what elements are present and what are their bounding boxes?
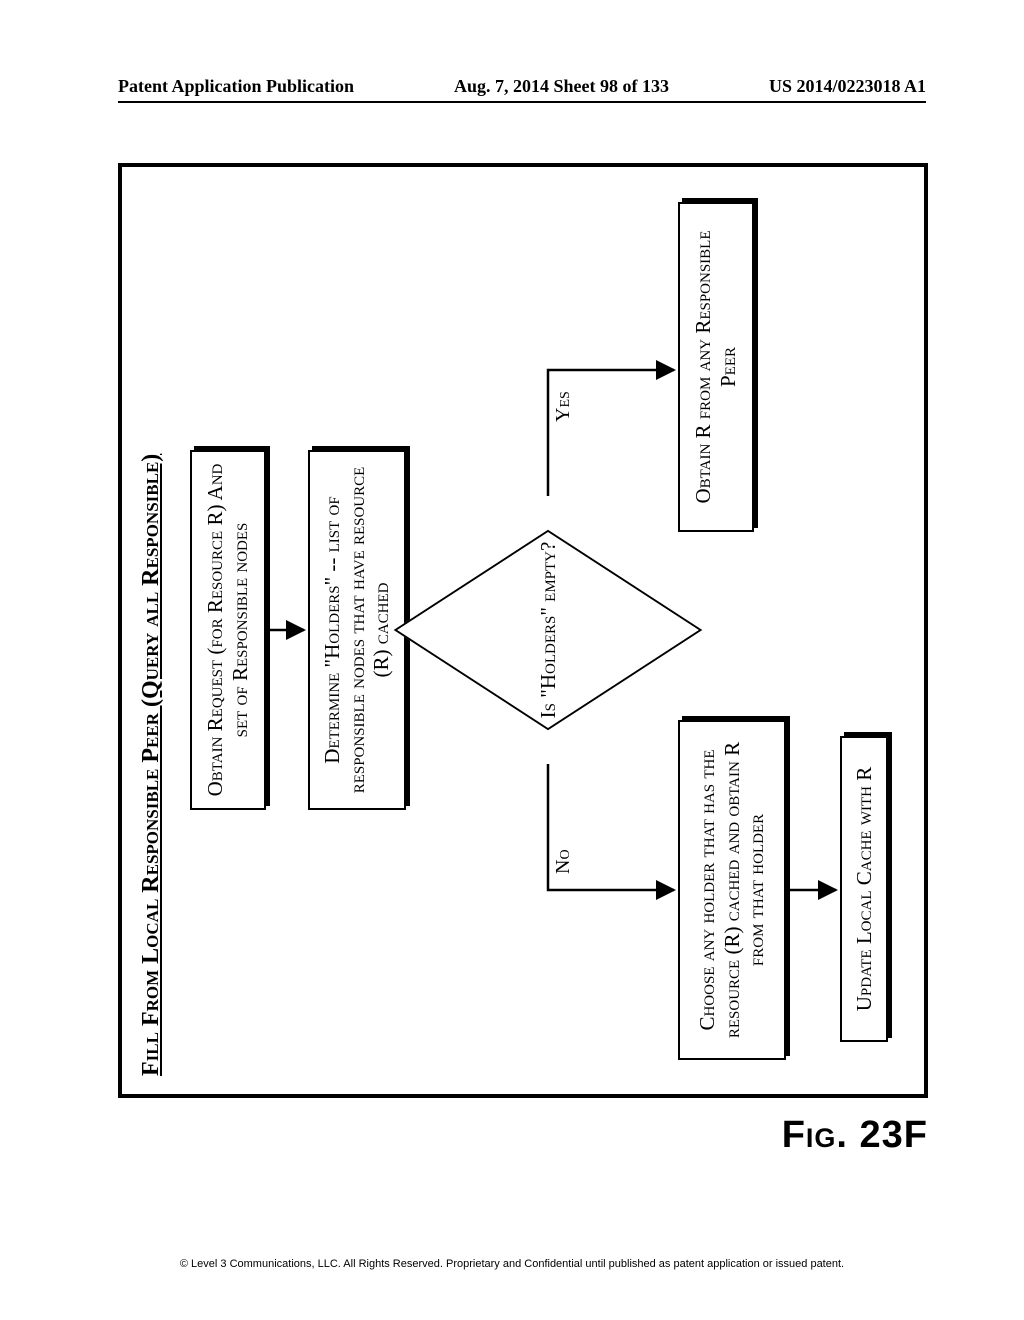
step-obtain-from-peer-text: Obtain R from any Responsible Peer [691,214,741,520]
step-update-cache-text: Update Local Cache with R [852,767,877,1012]
decision-holders-empty: Is "Holders" empty? [458,540,638,720]
step-obtain-request: Obtain Request (for Resource R) And set … [190,450,266,810]
rotated-flowchart: Fill From Local Responsible Peer (Query … [128,170,918,1090]
step-obtain-from-peer: Obtain R from any Responsible Peer [678,202,754,532]
figure-caption: Fig. 23F [782,1114,928,1157]
step-choose-holder: Choose any holder that has the resource … [678,720,786,1060]
step-update-cache: Update Local Cache with R [840,736,888,1042]
step-determine-holders-text: Determine "Holders" -- list of responsib… [320,462,394,798]
header-center: Aug. 7, 2014 Sheet 98 of 133 [454,76,669,97]
header-left: Patent Application Publication [118,76,354,97]
copyright-footer: © Level 3 Communications, LLC. All Right… [0,1258,1024,1270]
label-yes: Yes [552,391,575,422]
header-right: US 2014/0223018 A1 [769,76,926,97]
step-choose-holder-text: Choose any holder that has the resource … [695,732,769,1048]
label-no: No [552,849,575,874]
patent-page: Patent Application Publication Aug. 7, 2… [0,0,1024,1320]
figure-area: Fill From Local Responsible Peer (Query … [118,163,928,1143]
step-determine-holders: Determine "Holders" -- list of responsib… [308,450,406,810]
decision-holders-empty-text: Is "Holders" empty? [536,542,561,719]
step-obtain-request-text: Obtain Request (for Resource R) And set … [203,462,253,798]
page-header: Patent Application Publication Aug. 7, 2… [118,76,926,103]
